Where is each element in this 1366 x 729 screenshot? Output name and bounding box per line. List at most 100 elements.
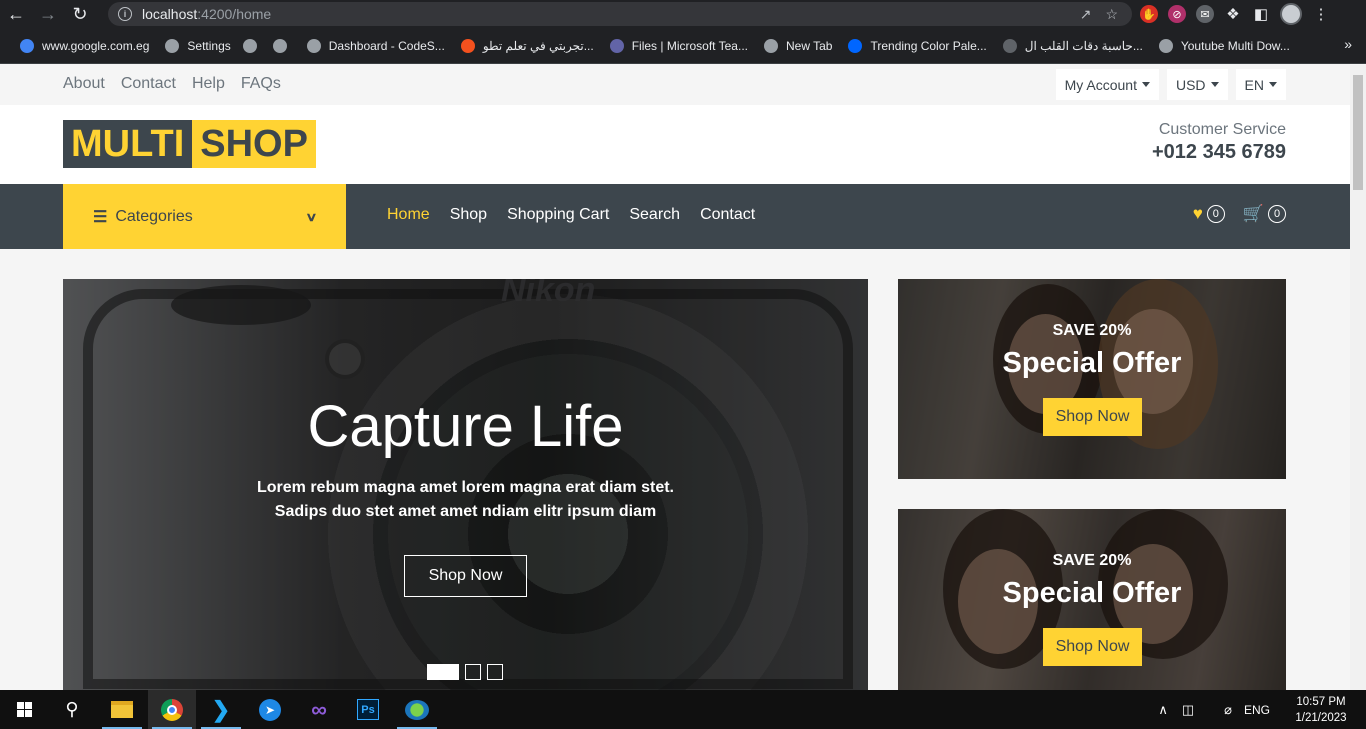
app-blue-icon[interactable]: ➤: [246, 690, 294, 729]
extension-block-icon[interactable]: ⊘: [1168, 5, 1186, 23]
bookmark-item[interactable]: Files | Microsoft Tea...: [602, 28, 756, 64]
nav-links: Home Shop Shopping Cart Search Contact: [387, 206, 755, 224]
chrome-taskbar-icon[interactable]: [148, 690, 196, 729]
bookmark-item[interactable]: [269, 28, 299, 64]
windows-icon: [16, 702, 32, 717]
system-tray: ∧ ◫ ⌀ ENG 10:57 PM 1/21/2023: [1158, 690, 1366, 729]
back-icon[interactable]: ←: [0, 0, 32, 28]
bookmark-item[interactable]: Youtube Multi Dow...: [1151, 28, 1298, 64]
cart-button[interactable]: 🛒 0: [1243, 204, 1286, 224]
top-bar: About Contact Help FAQs My Account USD E…: [0, 65, 1350, 105]
search-icon[interactable]: ⚲: [48, 690, 96, 729]
globe-icon: [1158, 38, 1173, 53]
top-dropdowns: My Account USD EN: [1055, 69, 1286, 100]
offer-shop-now-button[interactable]: Shop Now: [1043, 398, 1142, 436]
page-scrollbar[interactable]: [1350, 65, 1366, 690]
special-offer-card-1: SAVE 20% Special Offer Shop Now: [898, 279, 1286, 479]
bookmark-item[interactable]: New Tab: [756, 28, 840, 64]
url-host: localhost: [142, 6, 198, 22]
globe-icon: [272, 38, 287, 53]
currency-dropdown[interactable]: USD: [1166, 69, 1228, 100]
bookmark-item[interactable]: www.google.com.eg: [12, 28, 157, 64]
bookmark-item[interactable]: حاسبة دقات القلب ال...: [995, 28, 1151, 64]
photoshop-icon[interactable]: Ps: [344, 690, 392, 729]
nav-shopping-cart[interactable]: Shopping Cart: [507, 206, 609, 224]
my-account-dropdown[interactable]: My Account: [1055, 69, 1159, 100]
reload-icon[interactable]: ↻: [64, 0, 96, 28]
nav-contact[interactable]: Contact: [700, 206, 755, 224]
scrollbar-thumb[interactable]: [1353, 75, 1363, 190]
file-explorer-icon[interactable]: [98, 690, 146, 729]
bookmark-item[interactable]: Dashboard - CodeS...: [299, 28, 453, 64]
menu-dots-icon[interactable]: ⋮: [1312, 5, 1330, 23]
logo-bar: MULTI SHOP Customer Service +012 345 678…: [0, 105, 1350, 184]
language-indicator[interactable]: ENG: [1244, 703, 1270, 717]
start-button[interactable]: [0, 690, 48, 729]
sidepanel-icon[interactable]: ◧: [1252, 5, 1270, 23]
bookmark-star-icon[interactable]: ☆: [1105, 6, 1118, 23]
site-logo[interactable]: MULTI SHOP: [63, 120, 316, 168]
carousel-indicator-2[interactable]: [465, 664, 481, 680]
coolors-icon: [848, 38, 863, 53]
bookmark-item[interactable]: Settings: [157, 28, 238, 64]
clock[interactable]: 10:57 PM 1/21/2023: [1286, 694, 1356, 726]
main-navbar: ☰ Categories ∨ Home Shop Shopping Cart S…: [0, 184, 1350, 249]
bookmark-label: www.google.com.eg: [42, 38, 150, 53]
tray-chevron-up-icon[interactable]: ∧: [1158, 702, 1168, 718]
carousel-title: Capture Life: [307, 394, 624, 459]
caret-down-icon: [1269, 82, 1277, 87]
hero-carousel[interactable]: Nikon Capture Life Lorem rebum magna ame…: [63, 279, 868, 690]
address-bar[interactable]: i localhost:4200/home ↗ ☆: [108, 2, 1132, 26]
nav-home[interactable]: Home: [387, 206, 430, 224]
visual-studio-icon[interactable]: ∞: [295, 690, 343, 729]
bookmarks-more-icon[interactable]: »: [1344, 36, 1352, 52]
bookmark-label: Files | Microsoft Tea...: [631, 38, 748, 53]
carousel-indicators: [427, 664, 503, 680]
chrome-icon: [161, 698, 183, 721]
nav-search[interactable]: Search: [629, 206, 680, 224]
extensions-puzzle-icon[interactable]: ❖: [1224, 5, 1242, 23]
language-dropdown[interactable]: EN: [1235, 69, 1286, 100]
share-icon[interactable]: ↗: [1080, 6, 1092, 23]
cart-count: 0: [1268, 205, 1286, 223]
carousel-indicator-3[interactable]: [487, 664, 503, 680]
extension-hand-icon[interactable]: ✋: [1140, 5, 1158, 23]
battery-icon[interactable]: ◫: [1182, 702, 1194, 718]
logo-multi: MULTI: [63, 120, 193, 168]
bookmark-label: حاسبة دقات القلب ال...: [1024, 38, 1143, 53]
bookmark-item[interactable]: Trending Color Pale...: [840, 28, 994, 64]
top-link-faqs[interactable]: FAQs: [241, 75, 281, 93]
globe-icon: [242, 38, 257, 53]
extension-mail-icon[interactable]: ✉: [1196, 5, 1214, 23]
customer-service-phone: +012 345 6789: [1151, 141, 1286, 163]
categories-button[interactable]: ☰ Categories ∨: [63, 184, 346, 249]
site-info-icon[interactable]: i: [118, 7, 132, 21]
blogger-icon: [460, 38, 475, 53]
offer-title: Special Offer: [1002, 347, 1182, 379]
customer-service: Customer Service +012 345 6789: [1152, 121, 1286, 164]
clock-time: 10:57 PM: [1296, 695, 1346, 708]
customer-service-label: Customer Service: [1158, 121, 1286, 138]
clock-date: 1/21/2023: [1295, 711, 1347, 724]
download-manager-icon[interactable]: [393, 690, 441, 729]
nav-shop[interactable]: Shop: [450, 206, 487, 224]
vscode-icon[interactable]: ❯: [197, 690, 245, 729]
top-link-about[interactable]: About: [63, 75, 105, 93]
gear-icon: [165, 38, 180, 53]
forward-icon[interactable]: →: [32, 0, 64, 28]
offer-save-label: SAVE 20%: [1052, 552, 1132, 569]
wishlist-button[interactable]: ♥ 0: [1193, 204, 1225, 224]
wifi-icon[interactable]: ⌀: [1224, 702, 1232, 718]
top-link-help[interactable]: Help: [192, 75, 225, 93]
carousel-shop-now-button[interactable]: Shop Now: [404, 555, 527, 597]
folder-icon: [111, 701, 133, 718]
bookmark-label: Dashboard - CodeS...: [328, 38, 445, 53]
carousel-indicator-1[interactable]: [427, 664, 459, 680]
bookmark-item[interactable]: تجربتي في تعلم تطو...: [453, 28, 602, 64]
categories-label: Categories: [115, 207, 193, 225]
bookmark-item[interactable]: [239, 28, 269, 64]
profile-avatar[interactable]: [1280, 3, 1302, 25]
offer-shop-now-button[interactable]: Shop Now: [1043, 628, 1142, 666]
bookmark-label: Trending Color Pale...: [870, 38, 987, 53]
top-link-contact[interactable]: Contact: [121, 75, 176, 93]
